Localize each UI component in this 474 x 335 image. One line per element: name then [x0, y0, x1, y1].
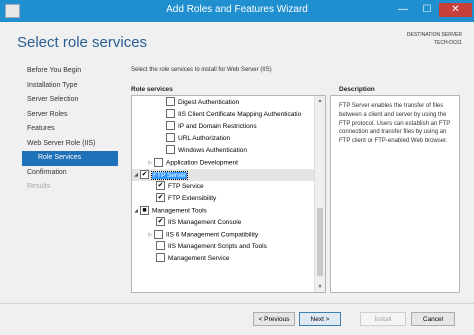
footer-divider — [0, 303, 474, 304]
tree-item-label: Windows Authentication — [178, 147, 248, 154]
tree-item-label: IIS Management Scripts and Tools — [168, 243, 267, 250]
checkbox[interactable] — [166, 120, 175, 130]
tree-item-label: FTP Service — [168, 183, 204, 190]
description-panel: FTP Server enables the transfer of files… — [330, 95, 460, 293]
tree-scrollbar[interactable]: ▲ ▼ — [314, 96, 325, 292]
previous-button[interactable]: < Previous — [253, 312, 295, 326]
close-button[interactable]: ✕ — [439, 3, 472, 17]
tree-item-label: Management Tools — [152, 207, 207, 215]
checkbox[interactable]: ✔ — [156, 192, 165, 202]
scroll-down-icon[interactable]: ▼ — [315, 282, 325, 292]
tree-item-iis-management-console[interactable]: ✔ IIS Management Console — [156, 216, 242, 229]
tree-item-label: IP and Domain Restrictions — [178, 123, 257, 130]
nav-item-before-you-begin[interactable]: Before You Begin — [22, 64, 118, 79]
nav-item-features[interactable]: Features — [22, 122, 118, 137]
tree-item-label: FTP Server — [150, 170, 189, 180]
tree-item-label: IIS 6 Management Compatibility — [166, 231, 259, 239]
checkbox[interactable]: ■ — [140, 205, 149, 215]
checkbox[interactable] — [154, 157, 163, 167]
tree-item-ftp-service[interactable]: ✔ FTP Service — [156, 180, 204, 193]
install-button: Install — [360, 312, 406, 326]
role-services-header: Role services — [131, 86, 173, 93]
nav-item-confirmation[interactable]: Confirmation — [22, 166, 118, 181]
tree-item-ip-domain-restrictions[interactable]: IP and Domain Restrictions — [166, 120, 257, 133]
tree-item-label: IIS Management Console — [168, 219, 242, 226]
expand-arrow-icon[interactable]: ▷ — [146, 229, 154, 241]
tree-item-label: FTP Extensibility — [168, 195, 217, 202]
nav-item-installation-type[interactable]: Installation Type — [22, 79, 118, 94]
collapse-arrow-icon[interactable]: ◢ — [132, 169, 140, 181]
tree-item-iis6-compatibility[interactable]: ▷ IIS 6 Management Compatibility — [146, 229, 258, 241]
instruction-text: Select the role services to install for … — [131, 67, 272, 73]
minimize-button[interactable]: — — [392, 3, 414, 17]
scroll-up-icon[interactable]: ▲ — [315, 96, 325, 106]
tree-item-label: IIS Client Certificate Mapping Authentic… — [178, 111, 302, 118]
checkbox[interactable] — [156, 252, 165, 262]
tree-item-label: URL Authorization — [178, 135, 231, 142]
cancel-button[interactable]: Cancel — [411, 312, 455, 326]
expand-arrow-icon[interactable]: ▷ — [146, 157, 154, 169]
nav-item-results: Results — [27, 183, 51, 190]
tree-item-url-authorization[interactable]: URL Authorization — [166, 132, 231, 145]
tree-item-digest-authentication[interactable]: Digest Authentication — [166, 96, 240, 109]
tree-item-ftp-extensibility[interactable]: ✔ FTP Extensibility — [156, 192, 217, 205]
checkbox[interactable]: ✔ — [156, 180, 165, 190]
tree-item-label: Digest Authentication — [178, 99, 240, 106]
checkbox[interactable]: ✔ — [156, 216, 165, 226]
scroll-thumb[interactable] — [317, 208, 323, 276]
title-bar: Add Roles and Features Wizard — ☐ ✕ — [0, 0, 474, 22]
tree-item-management-tools[interactable]: ◢ ■ Management Tools — [132, 205, 207, 217]
tree-item-label: Application Development — [166, 159, 238, 167]
maximize-button[interactable]: ☐ — [416, 3, 438, 17]
checkbox[interactable] — [154, 229, 163, 239]
tree-item-management-service[interactable]: Management Service — [156, 252, 230, 265]
next-button[interactable]: Next > — [299, 312, 341, 326]
destination-server-label: DESTINATION SERVER — [406, 32, 462, 38]
tree-item-label: Management Service — [168, 255, 230, 262]
checkbox[interactable] — [166, 132, 175, 142]
role-services-tree[interactable]: Digest Authentication IIS Client Certifi… — [131, 95, 326, 293]
tree-item-iis-management-scripts[interactable]: IIS Management Scripts and Tools — [156, 240, 267, 253]
checkbox[interactable]: ✔ — [140, 169, 149, 179]
checkbox[interactable] — [166, 144, 175, 154]
checkbox[interactable] — [156, 240, 165, 250]
wizard-navigation: Before You Begin Installation Type Serve… — [22, 64, 118, 195]
description-text: FTP Server enables the transfer of files… — [339, 103, 451, 145]
checkbox[interactable] — [166, 96, 175, 106]
tree-item-ftp-server[interactable]: ◢ ✔ FTP Server — [132, 169, 315, 181]
page-title: Select role services — [17, 34, 148, 51]
nav-item-server-selection[interactable]: Server Selection — [22, 93, 118, 108]
tree-item-windows-authentication[interactable]: Windows Authentication — [166, 144, 248, 157]
nav-item-web-server-role[interactable]: Web Server Role (IIS) — [22, 137, 118, 152]
nav-item-server-roles[interactable]: Server Roles — [22, 108, 118, 123]
checkbox[interactable] — [166, 108, 175, 118]
destination-server-name: TECH-DC01 — [433, 40, 462, 46]
tree-item-iis-client-certificate[interactable]: IIS Client Certificate Mapping Authentic… — [166, 108, 302, 121]
collapse-arrow-icon[interactable]: ◢ — [132, 205, 140, 217]
tree-item-application-development[interactable]: ▷ Application Development — [146, 157, 238, 169]
nav-item-role-services[interactable]: Role Services — [22, 151, 118, 166]
description-header: Description — [339, 86, 375, 93]
